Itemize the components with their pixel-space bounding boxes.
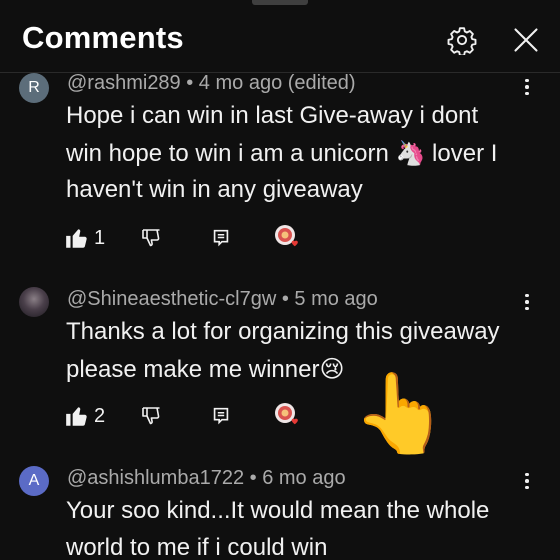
more-dot (525, 78, 529, 83)
thumbs-down-icon (142, 229, 160, 247)
comment-text-line: haven't win in any giveaway (66, 176, 363, 203)
comments-header: Comments (0, 0, 560, 73)
comment-text-line: world to me if i could win (66, 534, 328, 560)
dislike-button[interactable] (140, 401, 164, 431)
more-dot (525, 306, 529, 311)
avatar-letter: A (28, 472, 40, 489)
pointing-hand-emoji: 👆 (352, 369, 450, 457)
comment-text-line: please make me winner😢 (66, 356, 345, 383)
comment-meta: @Shineaesthetic-cl7gw • 5 mo ago (67, 288, 378, 310)
comment-text-line: Thanks a lot for organizing this giveawa… (66, 318, 500, 345)
close-button[interactable] (506, 20, 546, 60)
more-options-button[interactable] (518, 291, 536, 313)
comment-meta: @ashishlumba1722 • 6 mo ago (67, 467, 346, 489)
gear-icon (447, 27, 477, 55)
page-title: Comments (22, 20, 184, 55)
comment-actions: 1 (64, 223, 324, 253)
comments-panel: Comments R @rashmi289 • 4 mo ago (edited… (0, 0, 560, 560)
more-dot (525, 91, 529, 96)
dislike-button[interactable] (140, 223, 164, 253)
like-button[interactable]: 1 (64, 223, 105, 253)
more-dot (525, 300, 529, 304)
more-options-button[interactable] (518, 76, 536, 98)
creator-heart-badge (274, 402, 300, 428)
more-dot (525, 485, 529, 490)
reply-icon (213, 229, 229, 247)
comment-text-line: win hope to win i am a unicorn 🦄 lover I (66, 140, 498, 167)
avatar[interactable]: A (19, 466, 49, 496)
thumbs-up-icon (66, 407, 87, 426)
thumbs-down-icon (142, 407, 160, 425)
reply-button[interactable] (210, 223, 232, 253)
settings-button[interactable] (442, 20, 482, 60)
avatar[interactable] (19, 287, 49, 317)
more-dot (525, 85, 529, 89)
reply-icon (213, 407, 229, 425)
comment-meta: @rashmi289 • 4 mo ago (edited) (67, 72, 356, 94)
like-count: 2 (94, 404, 106, 427)
like-count: 1 (94, 226, 106, 249)
reply-button[interactable] (210, 401, 232, 431)
avatar[interactable]: R (19, 73, 49, 103)
close-icon (514, 28, 538, 52)
comment-text-line: Hope i can win in last Give-away i dont (66, 102, 479, 129)
creator-avatar-icon (275, 403, 298, 425)
comment-text-line: Your soo kind...It would mean the whole (66, 497, 490, 524)
thumbs-up-icon (66, 229, 87, 248)
more-dot (525, 479, 529, 483)
comment-actions: 2 (64, 401, 324, 431)
more-dot (525, 472, 529, 477)
more-dot (525, 293, 529, 298)
avatar-letter: R (28, 79, 40, 96)
more-options-button[interactable] (518, 470, 536, 492)
like-button[interactable]: 2 (64, 401, 105, 431)
creator-avatar-icon (275, 225, 298, 247)
creator-heart-badge (274, 224, 300, 250)
